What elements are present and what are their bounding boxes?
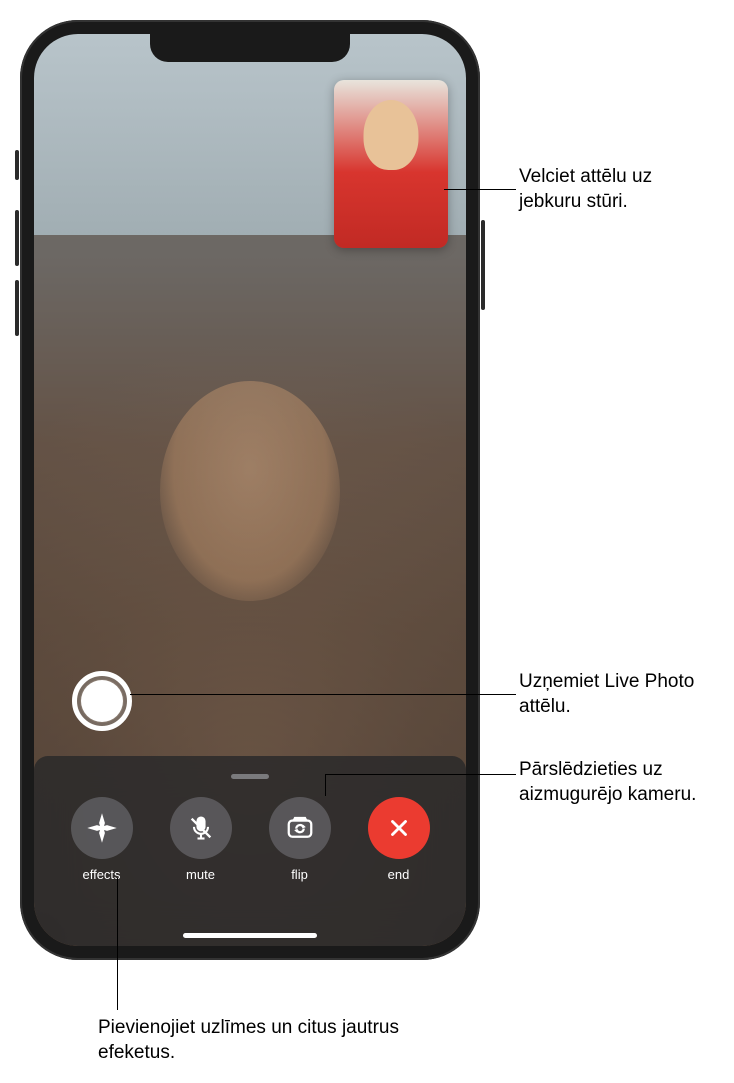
mute-circle	[170, 797, 232, 859]
live-photo-shutter[interactable]	[72, 671, 132, 731]
mute-icon	[187, 814, 215, 842]
control-row: effects	[34, 797, 466, 882]
flip-button[interactable]: flip	[269, 797, 331, 882]
leader-effects-v	[117, 878, 118, 1010]
mute-button[interactable]: mute	[170, 797, 232, 882]
remote-person-face	[160, 381, 340, 601]
screen: effects	[34, 34, 466, 946]
leader-shutter	[130, 694, 516, 695]
end-circle	[368, 797, 430, 859]
mute-switch	[15, 150, 19, 180]
tray-handle[interactable]	[231, 774, 269, 779]
notch	[150, 34, 350, 62]
end-icon	[386, 815, 412, 841]
flip-label: flip	[291, 867, 308, 882]
volume-down-button	[15, 280, 19, 336]
control-tray[interactable]: effects	[34, 756, 466, 946]
mute-label: mute	[186, 867, 215, 882]
callout-effects: Pievienojiet uzlīmes un citus jautrus ef…	[98, 1016, 418, 1065]
home-indicator[interactable]	[183, 933, 317, 938]
end-button[interactable]: end	[368, 797, 430, 882]
leader-flip-v	[325, 774, 326, 796]
flip-icon	[285, 813, 315, 843]
leader-flip-h	[325, 774, 516, 775]
self-view-pip[interactable]	[334, 80, 448, 248]
volume-up-button	[15, 210, 19, 266]
effects-circle	[71, 797, 133, 859]
flip-circle	[269, 797, 331, 859]
effects-label: effects	[82, 867, 120, 882]
callout-flip: Pārslēdzieties uz aizmugurējo kameru.	[519, 758, 729, 807]
effects-button[interactable]: effects	[71, 797, 133, 882]
shutter-inner	[81, 680, 123, 722]
effects-icon	[87, 813, 117, 843]
leader-pip	[444, 189, 516, 190]
end-label: end	[388, 867, 410, 882]
callout-pip: Velciet attēlu uz jebkuru stūri.	[519, 165, 719, 214]
side-button	[481, 220, 485, 310]
phone-frame: effects	[20, 20, 480, 960]
callout-shutter: Uzņemiet Live Photo attēlu.	[519, 670, 729, 719]
